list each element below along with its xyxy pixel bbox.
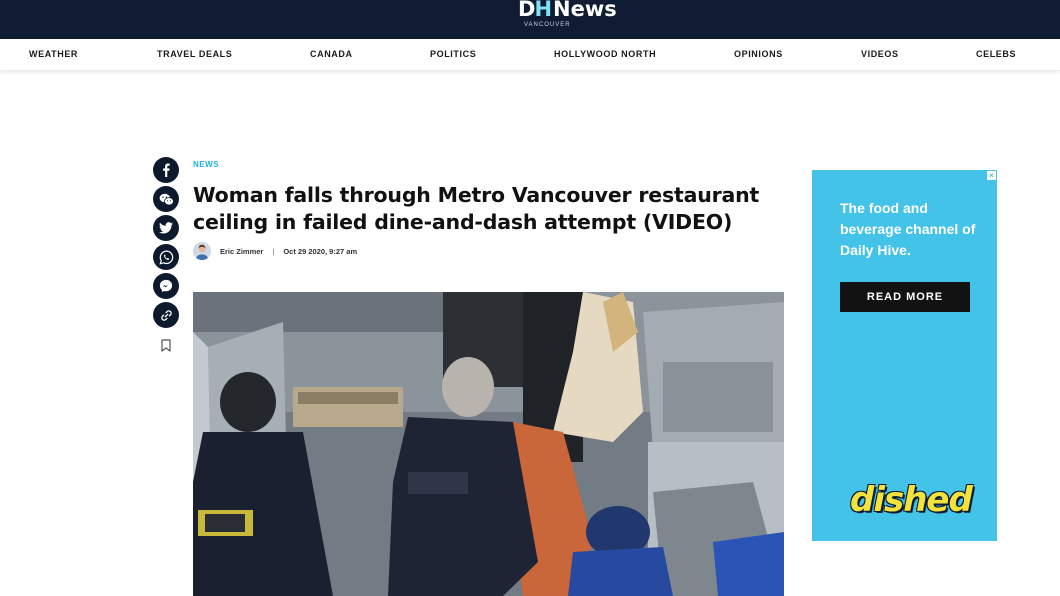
author-photo [193,242,211,260]
copy-link-button[interactable] [153,302,179,328]
nav-item-videos[interactable]: VIDEOS [861,49,899,59]
site-logo[interactable]: DH News VANCOUVER [518,0,617,31]
ad-read-more-button[interactable]: READ MORE [840,282,970,312]
article-headline: Woman falls through Metro Vancouver rest… [193,183,760,234]
byline: Eric Zimmer | Oct 29 2020, 9:27 am [193,242,357,260]
logo-city: VANCOUVER [524,22,571,28]
twitter-share-button[interactable] [153,215,179,241]
main-nav: WEATHER TRAVEL DEALS CANADA POLITICS HOL… [0,39,1060,71]
article-category[interactable]: NEWS [193,160,219,169]
facebook-icon [163,163,170,177]
nav-item-travel-deals[interactable]: TRAVEL DEALS [157,49,232,59]
article-featured-image[interactable] [193,292,784,596]
ad-close-icon[interactable]: × [987,171,996,180]
nav-item-canada[interactable]: CANADA [310,49,353,59]
nav-item-politics[interactable]: POLITICS [430,49,476,59]
messenger-icon [159,279,173,293]
author-avatar[interactable] [193,242,211,260]
nav-item-celebs[interactable]: CELEBS [976,49,1016,59]
author-name[interactable]: Eric Zimmer [220,247,263,256]
whatsapp-share-button[interactable] [153,244,179,270]
facebook-share-button[interactable] [153,157,179,183]
nav-item-hollywood-north[interactable]: HOLLYWOOD NORTH [554,49,656,59]
logo-dh: DH [518,0,552,21]
wechat-share-button[interactable] [153,186,179,212]
messenger-share-button[interactable] [153,273,179,299]
ad-brand-logo: dished [850,480,973,520]
nav-item-weather[interactable]: WEATHER [29,49,78,59]
twitter-icon [159,222,173,234]
wechat-icon [159,193,174,205]
nav-item-opinions[interactable]: OPINIONS [734,49,783,59]
ad-copy: The food and beverage channel of Daily H… [840,200,976,258]
kitchen-scene-illustration [193,292,784,596]
bookmark-icon[interactable] [161,339,171,352]
link-icon [160,309,172,321]
sidebar-ad[interactable]: × The food and beverage channel of Daily… [812,170,997,541]
whatsapp-icon [158,250,173,265]
top-bar: DH News VANCOUVER [0,0,1060,39]
publish-date: Oct 29 2020, 9:27 am [283,246,358,256]
logo-news: News [553,0,617,21]
byline-separator: | [272,246,275,256]
